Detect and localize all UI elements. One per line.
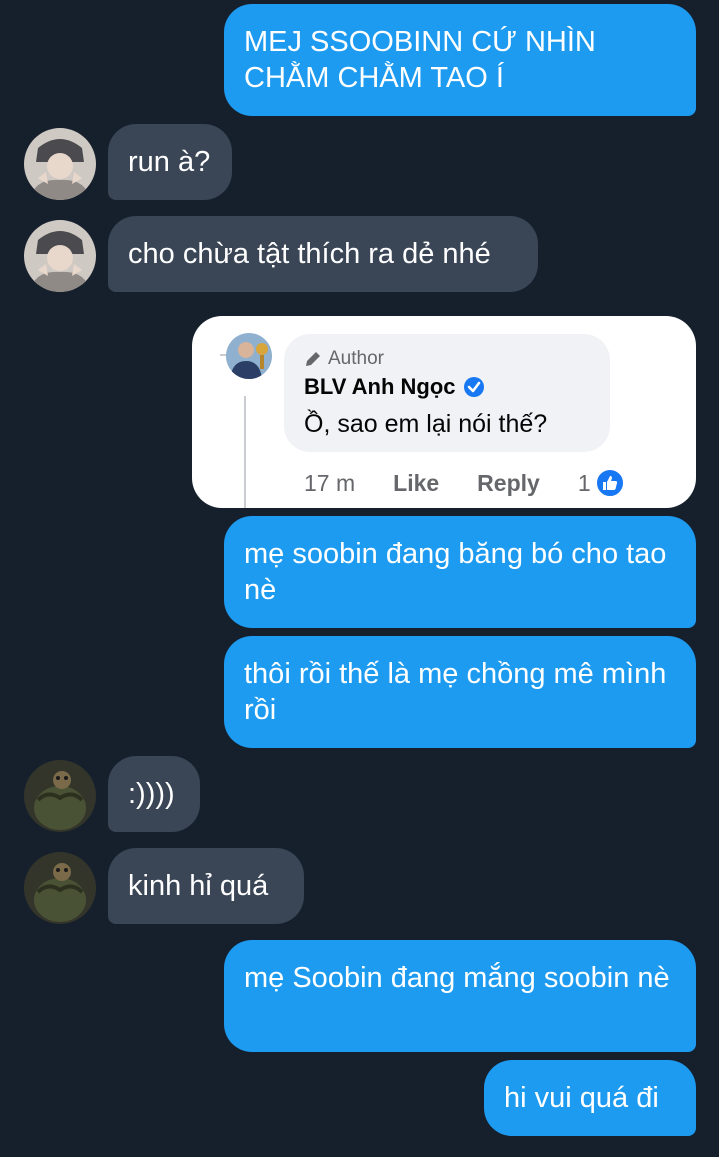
commenter-avatar	[226, 333, 272, 379]
embedded-comment-screenshot[interactable]: Author BLV Anh Ngọc Ồ, sao em lại nói th…	[192, 316, 696, 508]
verified-badge-icon	[463, 377, 484, 397]
message-text: run à?	[128, 146, 211, 178]
author-badge-label: Author	[328, 348, 384, 369]
received-message[interactable]: cho chừa tật thích ra dẻ nhé	[108, 216, 538, 292]
sender-avatar[interactable]	[24, 852, 96, 924]
commenter-name: BLV Anh Ngọc	[304, 374, 456, 399]
reply-link: Reply	[477, 469, 540, 496]
message-text: :))))	[128, 778, 175, 810]
received-message[interactable]: :))))	[108, 756, 200, 832]
comment-text: Ồ, sao em lại nói thế?	[304, 410, 548, 438]
sender-avatar[interactable]	[24, 128, 96, 200]
received-message[interactable]: kinh hỉ quá	[108, 848, 304, 924]
pencil-icon	[306, 352, 320, 366]
reaction-count: 1	[577, 469, 591, 496]
comment-bubble: Author BLV Anh Ngọc Ồ, sao em lại nói th…	[284, 334, 610, 452]
chat-thread: MEJ SSOOBINN CỨ NHÌN CHẰM CHẰM TAO Í run…	[0, 0, 719, 1157]
message-text: MEJ SSOOBINN CỨ NHÌN CHẰM CHẰM TAO Í	[244, 26, 596, 94]
comment-actions: 17 m Like Reply 1	[304, 468, 625, 498]
message-text: thôi rồi thế là mẹ chồng mê mình rồi	[244, 658, 667, 726]
sent-message[interactable]: mẹ soobin đang băng bó cho tao nè	[224, 516, 696, 628]
thread-connector	[244, 396, 246, 508]
message-text: cho chừa tật thích ra dẻ nhé	[128, 238, 491, 270]
like-link: Like	[393, 469, 440, 496]
message-text: hi vui quá đi	[504, 1082, 659, 1114]
message-text: kinh hỉ quá	[128, 870, 269, 902]
sent-message[interactable]: MEJ SSOOBINN CỨ NHÌN CHẰM CHẰM TAO Í	[224, 4, 696, 116]
sent-message[interactable]: thôi rồi thế là mẹ chồng mê mình rồi	[224, 636, 696, 748]
sender-avatar[interactable]	[24, 760, 96, 832]
comment-time: 17 m	[304, 469, 356, 496]
message-text: mẹ Soobin đang mắng soobin nè	[244, 962, 670, 994]
message-text: mẹ soobin đang băng bó cho tao nè	[244, 538, 667, 606]
commenter-name-row: BLV Anh Ngọc	[304, 374, 485, 400]
sent-message[interactable]: hi vui quá đi	[484, 1060, 696, 1136]
author-badge: Author	[304, 348, 384, 370]
sender-avatar[interactable]	[24, 220, 96, 292]
received-message[interactable]: run à?	[108, 124, 232, 200]
sent-message[interactable]: mẹ Soobin đang mắng soobin nè	[224, 940, 696, 1052]
thumbs-up-icon	[594, 468, 625, 498]
